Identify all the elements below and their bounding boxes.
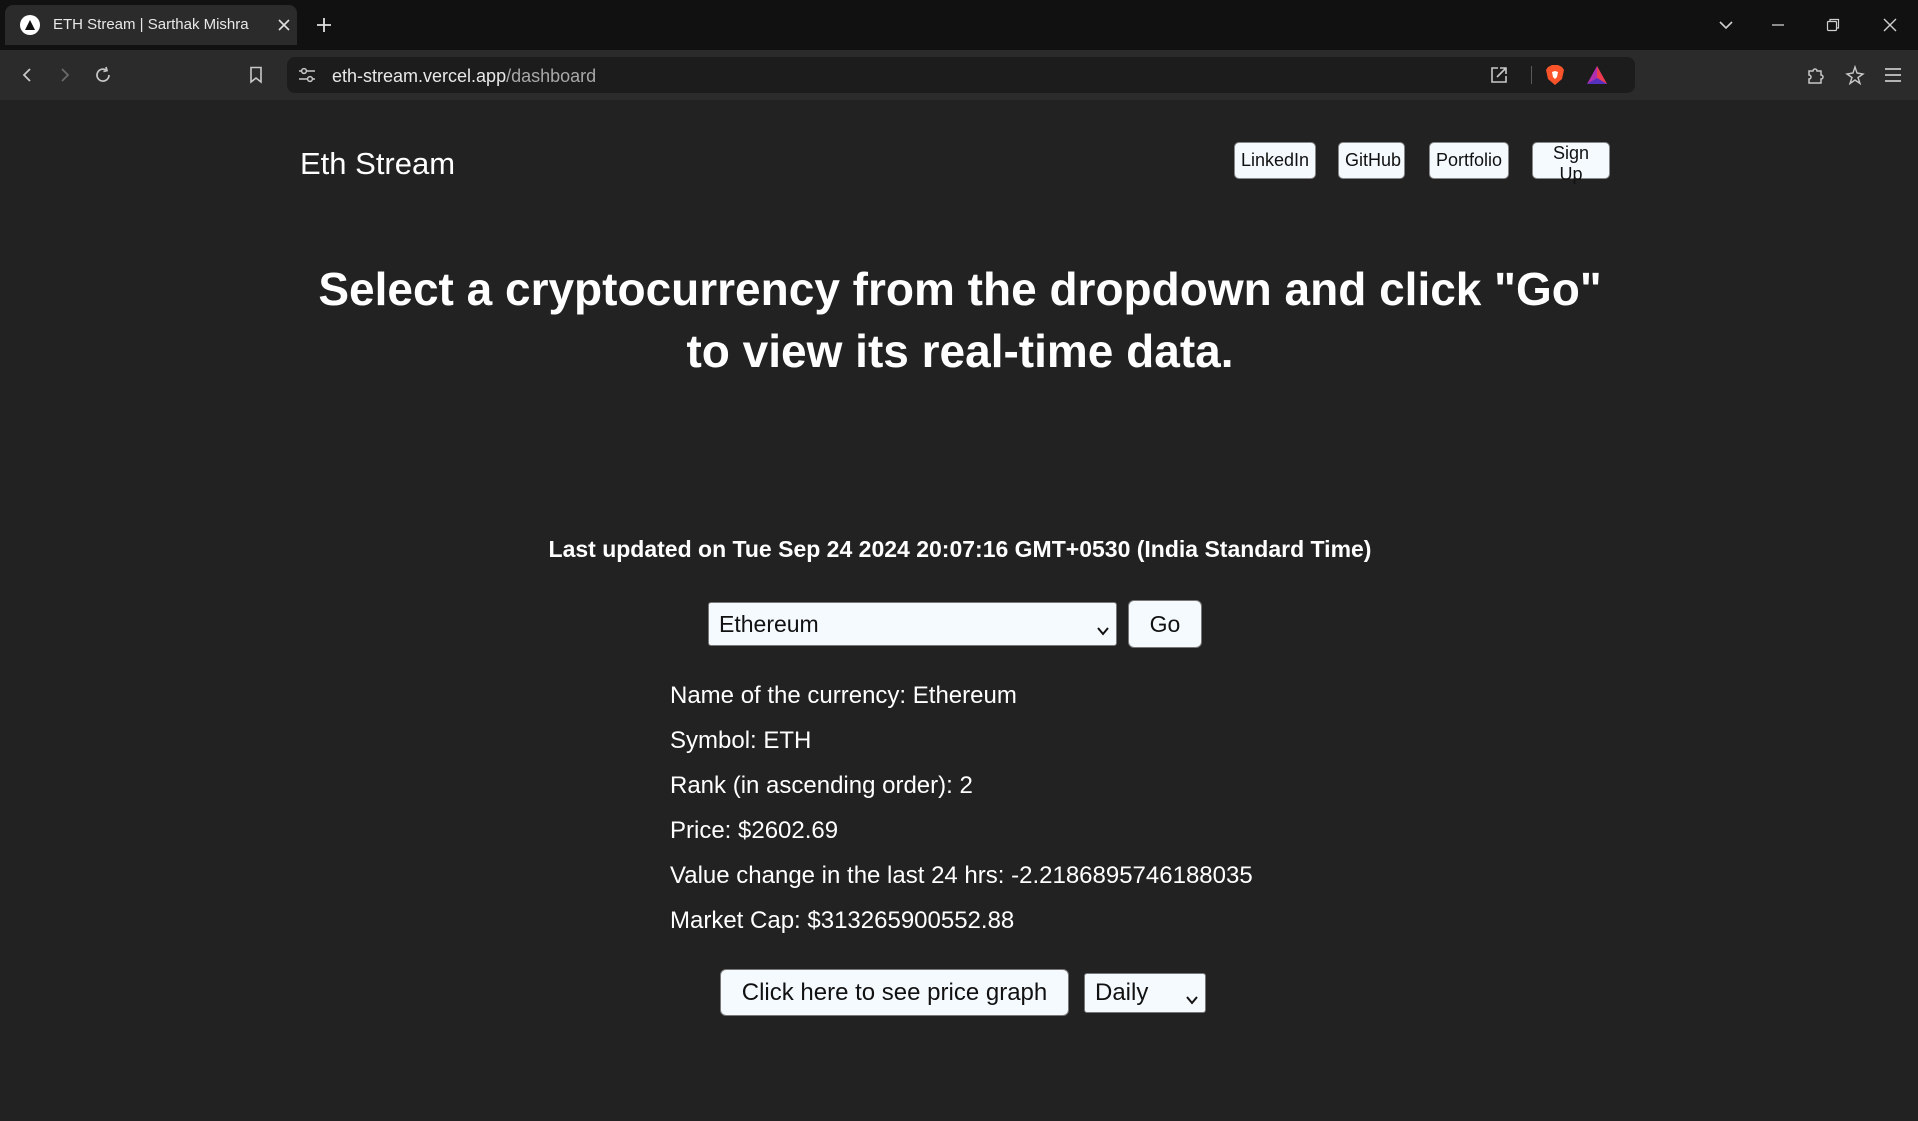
arrow-right-icon[interactable]: [50, 60, 80, 90]
currency-name: Name of the currency: Ethereum: [670, 682, 1017, 709]
puzzle-icon[interactable]: [1801, 60, 1831, 90]
last-updated-text: Last updated on Tue Sep 24 2024 20:07:16…: [548, 536, 1372, 562]
github-button[interactable]: GitHub: [1338, 142, 1405, 179]
url-host: eth-stream.vercel.app: [332, 66, 507, 86]
browser-tab-active[interactable]: ETH Stream | Sarthak Mishra: [5, 5, 297, 45]
address-bar[interactable]: eth-stream.vercel.app/dashboard: [287, 57, 1635, 93]
chevron-down-icon[interactable]: [1708, 10, 1744, 40]
linkedin-button[interactable]: LinkedIn: [1234, 142, 1316, 179]
sign-up-button[interactable]: Sign Up: [1532, 142, 1610, 184]
interval-select[interactable]: Daily: [1084, 973, 1206, 1013]
triangle-logo-icon: [20, 15, 40, 35]
page-headline: Select a cryptocurrency from the dropdow…: [318, 263, 1602, 377]
site-brand[interactable]: Eth Stream: [300, 146, 455, 182]
price-graph-button[interactable]: Click here to see price graph: [720, 969, 1069, 1016]
plus-icon[interactable]: [312, 13, 336, 37]
url-text: eth-stream.vercel.app/dashboard: [332, 66, 596, 87]
minimize-icon[interactable]: [1760, 10, 1796, 40]
chevron-down-icon: [1185, 986, 1199, 1005]
close-icon[interactable]: [273, 14, 295, 36]
bookmark-icon[interactable]: [241, 60, 271, 90]
reload-icon[interactable]: [88, 60, 118, 90]
dashboard-page: Eth Stream LinkedIn GitHub Portfolio Sig…: [0, 100, 1918, 1121]
browser-toolbar: eth-stream.vercel.app/dashboard: [0, 50, 1918, 100]
close-window-icon[interactable]: [1872, 10, 1908, 40]
hamburger-menu-icon[interactable]: [1878, 60, 1908, 90]
interval-select-value: Daily: [1095, 979, 1149, 1006]
currency-price: Price: $2602.69: [670, 817, 839, 844]
omnibox-divider: [1531, 66, 1532, 84]
sparkle-star-icon[interactable]: [1840, 60, 1870, 90]
go-button[interactable]: Go: [1128, 600, 1202, 648]
restore-icon[interactable]: [1815, 10, 1851, 40]
currency-select-value: Ethereum: [719, 610, 819, 637]
currency-market-cap: Market Cap: $313265900552.88: [670, 907, 1015, 934]
chevron-down-icon: [1096, 617, 1110, 636]
currency-select[interactable]: Ethereum: [708, 602, 1117, 646]
currency-rank: Rank (in ascending order): 2: [670, 772, 973, 799]
rewards-triangle-icon[interactable]: [1582, 60, 1612, 90]
url-path: /dashboard: [506, 66, 597, 86]
currency-value-change: Value change in the last 24 hrs: -2.2186…: [670, 862, 1253, 889]
portfolio-button[interactable]: Portfolio: [1429, 142, 1509, 179]
brave-lion-icon[interactable]: [1540, 60, 1570, 90]
browser-tabstrip: ETH Stream | Sarthak Mishra: [0, 0, 1918, 50]
tab-title: ETH Stream | Sarthak Mishra: [53, 16, 249, 33]
tune-icon[interactable]: [292, 60, 322, 90]
share-icon[interactable]: [1484, 60, 1514, 90]
currency-symbol: Symbol: ETH: [670, 727, 812, 754]
arrow-left-icon[interactable]: [12, 60, 42, 90]
